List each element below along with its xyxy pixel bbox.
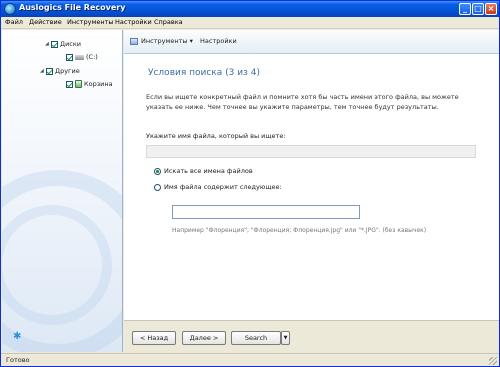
settings-label: Настройки [200,37,237,45]
window-icon [130,37,138,45]
next-button[interactable]: Далее > [182,331,226,345]
menu-action[interactable]: Действие [29,18,62,26]
maximize-button[interactable]: □ [472,3,484,15]
settings-button[interactable]: Настройки [200,37,237,45]
main-panel: Инструменты ▾ Настройки Условия поиска (… [124,30,499,352]
resize-grip[interactable] [489,357,497,365]
description-text: Если вы ищете конкретный файл и помните … [146,93,459,111]
status-bar: Готово [1,353,499,366]
hard-drive-icon [75,54,84,60]
sidebar-tree: ◢ Диски (C:) ◢ Другие Корзина ✱ [2,30,123,352]
tree-label: Корзина [84,80,113,88]
menu-tools[interactable]: Инструменты [67,18,114,26]
tree-item-other[interactable]: ◢ Другие [40,66,80,76]
app-window: Auslogics File Recovery _ □ × Файл Дейст… [0,0,500,367]
gear-icon[interactable]: ✱ [13,331,21,342]
checkbox[interactable] [66,53,73,61]
filename-input[interactable] [172,205,360,219]
toolbar: Инструменты ▾ Настройки [124,30,499,54]
radio-selected[interactable] [154,167,161,175]
menu-help[interactable]: Справка [154,18,183,26]
option-all-files[interactable]: Искать все имена файлов [154,167,253,175]
example-hint: Например "Флоренция", "Флоренция; Флорен… [172,227,427,234]
option-name-contains[interactable]: Имя файла содержит следующее: [154,183,282,191]
app-logo-icon [4,3,16,15]
tree-item-disks[interactable]: ◢ Диски [45,39,81,49]
menu-bar: Файл Действие Инструменты Настройки Спра… [1,17,499,29]
option-label: Искать все имена файлов [164,167,253,175]
checkbox[interactable] [66,80,73,88]
separator-band [146,145,476,158]
filename-field-label: Укажите имя файла, который вы ищете: [146,132,286,140]
menu-file[interactable]: Файл [5,18,23,26]
close-button[interactable]: × [485,3,497,15]
back-button[interactable]: < Назад [132,331,176,345]
search-button[interactable]: Search [231,331,281,345]
step-title: Условия поиска (3 из 4) [148,68,260,78]
minimize-button[interactable]: _ [459,3,471,15]
window-title: Auslogics File Recovery [19,3,126,12]
tree-item-recycle-bin[interactable]: Корзина [66,79,113,89]
menu-settings[interactable]: Настройки [115,18,152,26]
tree-label: Другие [55,67,80,75]
wizard-nav-bar: < Назад Далее > Search ▼ [124,320,499,352]
status-text: Готово [6,356,30,364]
checkbox[interactable] [46,67,53,75]
option-label: Имя файла содержит следующее: [164,183,282,191]
tools-dropdown-button[interactable]: Инструменты ▾ [130,37,193,45]
checkbox[interactable] [51,40,58,48]
tree-item-drive-c[interactable]: (C:) [66,52,98,62]
search-dropdown-arrow-icon[interactable]: ▼ [281,331,290,345]
recycle-bin-icon [75,80,82,88]
radio-unselected[interactable] [154,183,161,191]
tools-label: Инструменты ▾ [141,37,193,45]
title-bar[interactable]: Auslogics File Recovery _ □ × [1,1,499,17]
tree-label: Диски [60,40,82,48]
tree-label: (C:) [86,53,98,61]
